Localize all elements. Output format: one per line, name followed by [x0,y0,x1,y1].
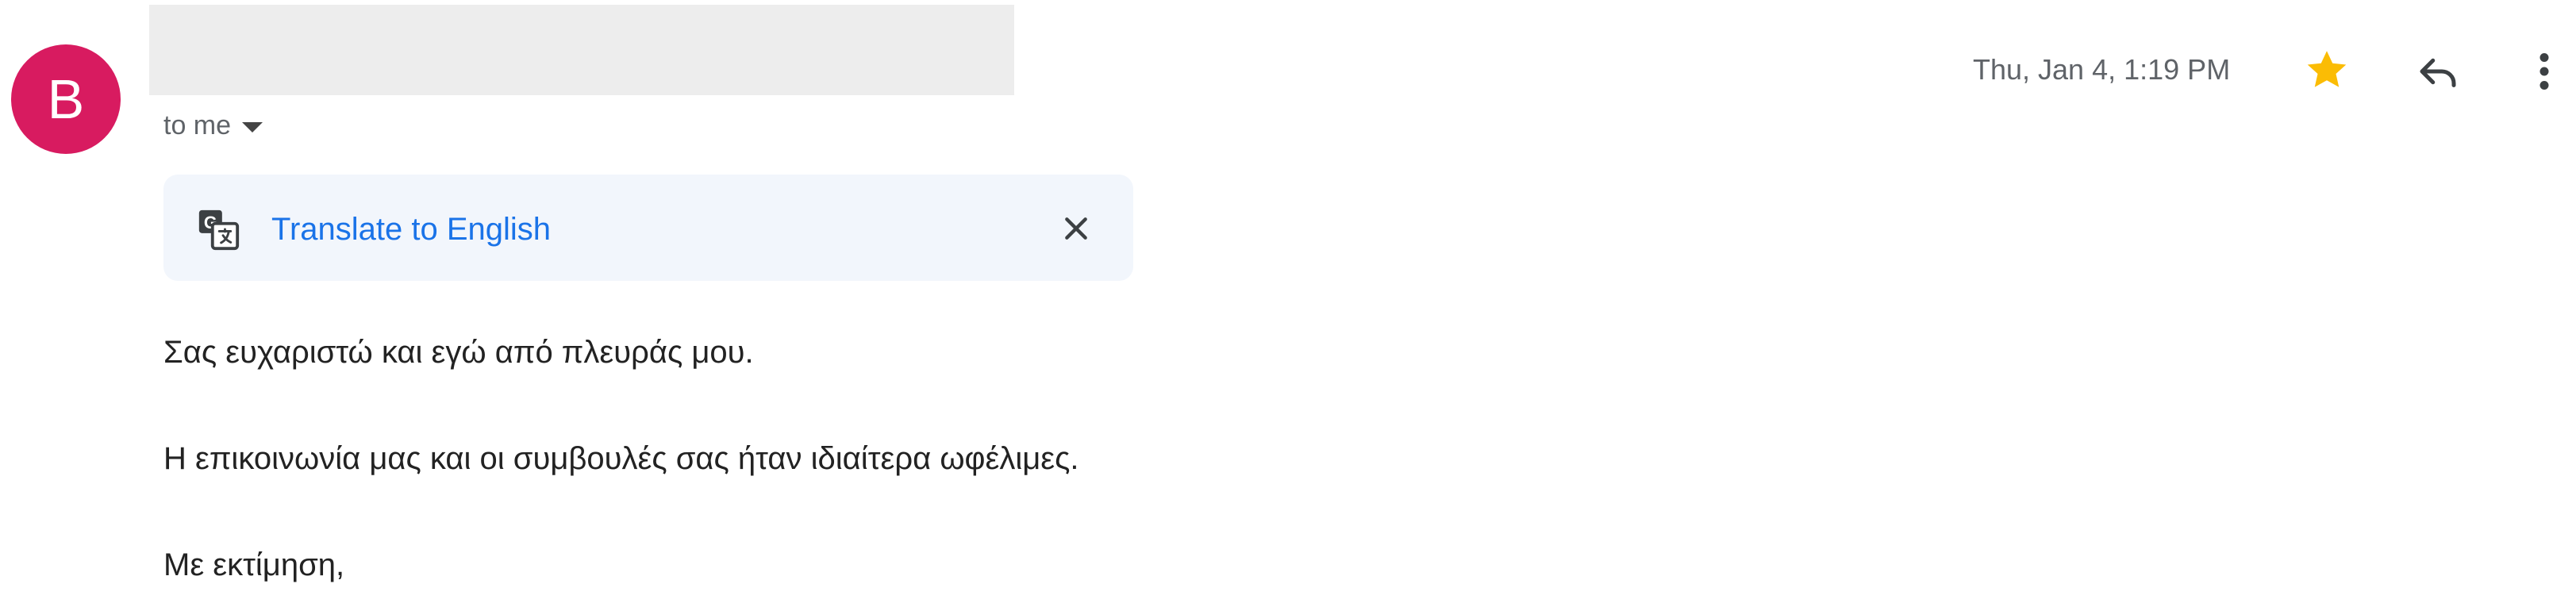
more-options-button[interactable] [2522,43,2566,100]
message-body-line: Με εκτίμηση, [163,547,345,582]
recipient-label: to me [163,109,232,140]
close-translate-button[interactable] [1054,206,1098,251]
translate-bar: G Translate to English [163,175,1133,281]
star-button[interactable] [2298,41,2355,98]
recipient-details[interactable]: to me [163,106,263,144]
reply-icon [2420,58,2456,87]
sender-avatar[interactable]: B [11,44,121,154]
message-date: Thu, Jan 4, 1:19 PM [1973,53,2231,86]
star-icon [2307,51,2347,87]
message-body-line: Η επικοινωνία μας και οι συμβουλές σας ή… [163,441,1079,476]
close-icon [1065,217,1087,240]
translate-to-english-link[interactable]: Translate to English [271,209,551,249]
message-body-line: Σας ευχαριστώ και εγώ από πλευράς μου. [163,335,754,370]
reply-button[interactable] [2409,43,2466,100]
translate-icon: G [195,206,241,252]
more-vert-icon [2539,53,2549,90]
chevron-down-icon[interactable] [242,121,263,133]
sender-name-redacted [149,5,1014,95]
